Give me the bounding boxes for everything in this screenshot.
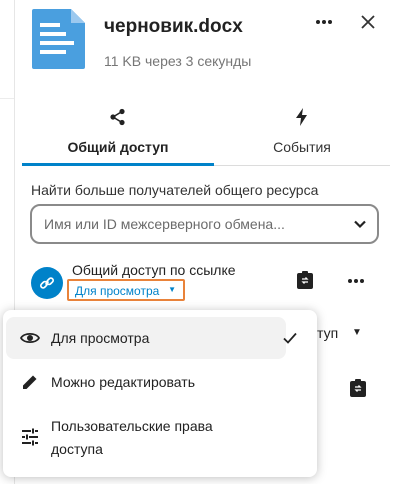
document-file-icon	[32, 9, 85, 69]
caret-down-icon[interactable]: ▼	[352, 327, 362, 338]
tune-icon	[22, 428, 38, 446]
menu-item-label-line2: доступа	[51, 441, 103, 457]
tab-sharing[interactable]: Общий доступ	[22, 100, 214, 166]
close-icon[interactable]	[358, 12, 378, 32]
permission-dropdown[interactable]: Для просмотра ▼	[67, 279, 185, 301]
link-share-more-icon[interactable]	[346, 271, 366, 291]
menu-item-label: Можно редактировать	[51, 374, 195, 390]
sharing-search-box[interactable]	[30, 204, 379, 244]
eye-icon	[20, 332, 40, 344]
file-title: черновик.docx	[104, 16, 243, 37]
file-meta: 11 KB через 3 секунды	[104, 53, 252, 69]
tab-activity-label: События	[273, 139, 331, 155]
pencil-icon	[23, 375, 37, 389]
lightning-icon	[296, 108, 307, 126]
permission-dropdown-label: Для просмотра	[75, 284, 160, 298]
permission-menu: Для просмотра Можно редактировать Пользо…	[3, 310, 317, 477]
caret-down-icon: ▼	[168, 285, 176, 294]
clipboard-copy-icon[interactable]	[296, 270, 314, 290]
menu-item-can-edit[interactable]: Можно редактировать	[6, 361, 286, 403]
share-icon	[110, 108, 125, 126]
more-actions-icon[interactable]	[314, 12, 334, 32]
search-label: Найти больше получателей общего ресурса	[31, 182, 319, 198]
menu-item-custom-permissions[interactable]: Пользовательские права доступа	[6, 407, 286, 467]
chevron-down-icon[interactable]	[353, 217, 367, 231]
menu-item-view-only[interactable]: Для просмотра	[6, 317, 297, 359]
clipboard-copy-icon[interactable]	[349, 378, 367, 398]
link-avatar	[31, 267, 63, 299]
sharing-search-input[interactable]	[44, 206, 344, 242]
tab-activity[interactable]: События	[214, 100, 390, 166]
menu-item-label: Пользовательские права	[51, 418, 213, 434]
checkmark-icon	[283, 332, 297, 344]
menu-item-label: Для просмотра	[51, 330, 150, 346]
link-icon	[39, 277, 55, 289]
link-share-title: Общий доступ по ссылке	[72, 262, 236, 278]
tab-sharing-label: Общий доступ	[67, 139, 169, 155]
sidebar-tabs: Общий доступ События	[14, 100, 396, 166]
